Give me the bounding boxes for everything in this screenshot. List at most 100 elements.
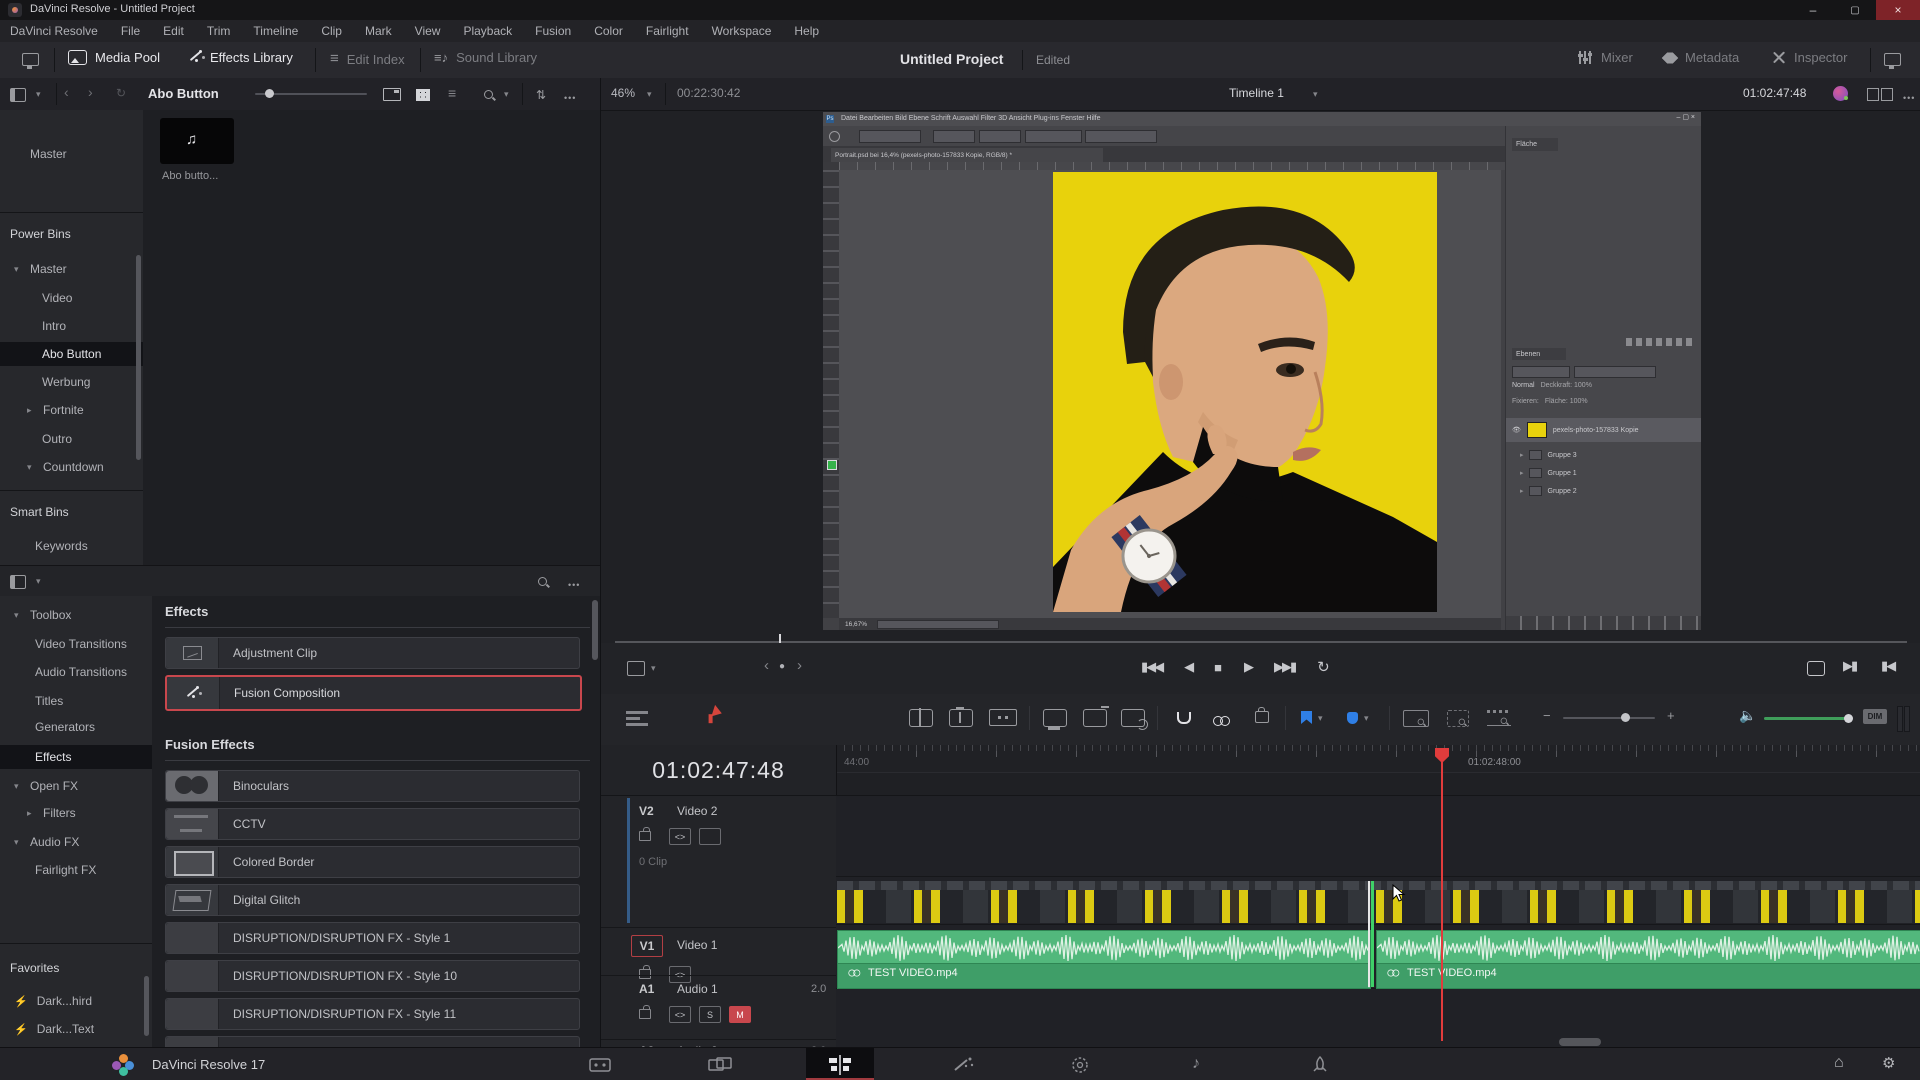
audio-clip-1[interactable]: TEST VIDEO.mp4 (837, 930, 1371, 989)
timeline-hscrollbar[interactable] (1559, 1038, 1601, 1046)
snapping-magnet-icon[interactable] (1177, 711, 1191, 729)
menu-fusion[interactable]: Fusion (535, 24, 571, 38)
go-to-start-button[interactable]: ▮◀◀ (1141, 659, 1164, 675)
selection-mode-icon[interactable] (708, 704, 724, 724)
page-cut-button[interactable] (708, 1056, 732, 1079)
track-header-v1[interactable]: V1 Video 1 <> (601, 928, 836, 983)
match-frame-icon[interactable] (1807, 661, 1825, 676)
playhead-line[interactable] (1441, 748, 1443, 1041)
go-to-end-button[interactable]: ▶▶▮ (1274, 659, 1297, 675)
flag-icon[interactable] (1301, 711, 1312, 729)
menu-file[interactable]: File (121, 24, 140, 38)
link-clips-icon[interactable] (1213, 713, 1230, 731)
solo-button[interactable]: S (699, 1006, 721, 1023)
forward-arrow-icon[interactable]: › (88, 84, 93, 100)
dynamic-trim-mode-icon[interactable] (949, 707, 973, 727)
effect-fusion-composition[interactable]: Fusion Composition (165, 675, 582, 711)
dual-viewer-icon[interactable] (1867, 88, 1879, 101)
menu-davinci-resolve[interactable]: DaVinci Resolve (10, 24, 98, 38)
next-edit-icon[interactable]: ▶▮ (1843, 658, 1858, 674)
bin-sync-icon[interactable]: ↻ (116, 86, 126, 100)
resize-timeline-icon[interactable] (627, 661, 645, 676)
bin-scrollbar[interactable] (136, 255, 141, 460)
effect-colored-border[interactable]: Colored Border (165, 846, 580, 878)
media-pool-button[interactable]: Media Pool (68, 50, 160, 65)
timeline-view-options-icon[interactable] (626, 711, 648, 728)
metadata-button[interactable]: Metadata (1664, 50, 1739, 65)
menu-view[interactable]: View (415, 24, 441, 38)
effect-binoculars[interactable]: Binoculars (165, 770, 580, 802)
minimize-button[interactable]: – (1792, 0, 1834, 20)
slider-handle[interactable] (265, 89, 274, 98)
resolve-fx-icon[interactable] (1833, 86, 1848, 101)
menu-color[interactable]: Color (594, 24, 623, 38)
menu-mark[interactable]: Mark (365, 24, 392, 38)
zoom-out-icon[interactable]: − (1543, 708, 1551, 723)
page-media-button[interactable] (588, 1056, 612, 1079)
effects-panel-toggle-icon[interactable] (10, 575, 26, 594)
panel-chevron-icon[interactable]: ▾ (36, 89, 41, 100)
full-extent-zoom-icon[interactable] (1487, 710, 1511, 726)
play-reverse-button[interactable]: ◀ (1184, 659, 1194, 675)
timeline-ruler[interactable]: 44:00 01:02:48:00 (836, 745, 1920, 773)
ui-layout-icon[interactable] (22, 53, 39, 71)
video-clip-v1[interactable] (837, 890, 1920, 923)
menu-clip[interactable]: Clip (321, 24, 342, 38)
shuttle-reverse-icon[interactable]: ‹ (764, 657, 769, 674)
dual-screen-icon[interactable] (1884, 53, 1901, 71)
inspector-button[interactable]: Inspector (1772, 50, 1847, 65)
sidebar-open-fx[interactable]: ▾ Open FX (0, 774, 166, 798)
maximize-button[interactable]: ▢ (1834, 0, 1876, 20)
overwrite-clip-icon[interactable] (1083, 706, 1109, 727)
trim-edit-mode-icon[interactable] (909, 708, 933, 727)
marker-chevron-icon[interactable]: ▾ (1364, 713, 1369, 724)
effect-row-partial[interactable] (165, 1036, 580, 1047)
edit-index-button[interactable]: Edit Index (330, 50, 405, 68)
loop-button[interactable]: ↻ (1317, 658, 1330, 676)
menu-fairlight[interactable]: Fairlight (646, 24, 689, 38)
menu-playback[interactable]: Playback (463, 24, 512, 38)
effect-digital-glitch[interactable]: Digital Glitch (165, 884, 580, 916)
media-clip-thumbnail[interactable]: ♫ (160, 118, 234, 164)
marker-icon[interactable] (1347, 711, 1358, 729)
timeline-zoom-slider[interactable] (1563, 713, 1655, 722)
search-icon[interactable] (484, 88, 495, 106)
zoom-slider-handle[interactable] (1621, 713, 1630, 722)
effects-library-button[interactable]: Effects Library (187, 50, 293, 65)
page-fusion-button[interactable] (951, 1056, 975, 1079)
custom-zoom-icon[interactable] (1403, 710, 1429, 727)
menu-help[interactable]: Help (794, 24, 819, 38)
razor-edit-mode-icon[interactable] (989, 709, 1017, 726)
track-header-a2[interactable]: A2 Audio 2 2.0 <> S M (601, 1040, 836, 1047)
zoom-in-icon[interactable]: + (1667, 708, 1675, 723)
viewer-options-icon[interactable] (1903, 88, 1915, 106)
more-options-icon[interactable] (564, 88, 576, 106)
audio-slider-handle[interactable] (1844, 714, 1853, 723)
resize-chevron-icon[interactable]: ▾ (651, 663, 656, 674)
track-lock-icon[interactable] (639, 1004, 651, 1024)
shuttle-dot-icon[interactable]: ● (779, 661, 785, 672)
track-enable-icon[interactable] (699, 828, 721, 845)
sidebar-toolbox[interactable]: ▾ Toolbox (0, 603, 166, 627)
insert-clip-icon[interactable] (1043, 709, 1067, 730)
timeline-chevron-icon[interactable]: ▾ (1313, 89, 1318, 100)
dim-button[interactable]: DIM (1863, 709, 1887, 724)
home-icon[interactable]: ⌂ (1834, 1054, 1844, 1072)
effects-panel-chevron-icon[interactable]: ▾ (36, 576, 41, 587)
sound-library-button[interactable]: ≡♪ Sound Library (434, 50, 537, 65)
effects-list-scrollbar[interactable] (592, 600, 598, 660)
track-header-a1[interactable]: A1 Audio 1 2.0 <> S M (601, 976, 836, 1039)
back-arrow-icon[interactable]: ‹ (64, 84, 69, 100)
replace-clip-icon[interactable] (1121, 709, 1148, 730)
shuttle-forward-icon[interactable]: › (797, 657, 802, 674)
sort-icon[interactable] (536, 86, 546, 104)
thumbnail-size-slider[interactable] (255, 89, 367, 98)
menu-trim[interactable]: Trim (207, 24, 231, 38)
video-clip-filmstrip-top[interactable] (837, 881, 1920, 890)
bin-master[interactable]: ▾ Master (0, 257, 157, 281)
effects-more-icon[interactable] (568, 575, 580, 593)
menu-edit[interactable]: Edit (163, 24, 184, 38)
menu-workspace[interactable]: Workspace (712, 24, 772, 38)
sidebar-audio-fx[interactable]: ▾ Audio FX (0, 830, 166, 854)
favorite-dark-third[interactable]: ⚡ Dark...hird (0, 989, 166, 1013)
